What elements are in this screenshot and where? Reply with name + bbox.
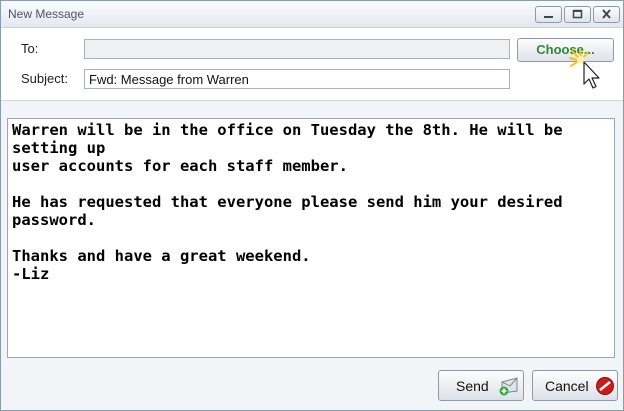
send-icon [499,377,518,396]
to-label: To: [21,41,39,56]
send-button[interactable]: Send [438,370,524,401]
subject-label: Subject: [21,71,68,86]
maximize-icon [572,9,583,19]
cancel-button[interactable]: Cancel [532,370,618,401]
mouse-pointer-icon [569,49,600,89]
subject-field[interactable] [84,69,510,89]
close-icon [602,9,611,19]
title-bar[interactable]: New Message [1,1,623,28]
minimize-icon [544,16,553,18]
close-button[interactable] [593,6,620,23]
message-text: Warren will be in the office on Tuesday … [12,121,563,283]
window-title: New Message [8,7,85,21]
to-field[interactable] [84,39,510,59]
minimize-button[interactable] [535,6,562,23]
cancel-icon [596,377,614,395]
maximize-button[interactable] [564,6,591,23]
message-body[interactable]: Warren will be in the office on Tuesday … [7,118,615,358]
message-header: To: Subject: Choose... [1,28,623,101]
send-label: Send [456,378,489,394]
new-message-window: New Message To: Subject: Choose... Warre… [0,0,624,411]
cancel-label: Cancel [545,378,589,394]
